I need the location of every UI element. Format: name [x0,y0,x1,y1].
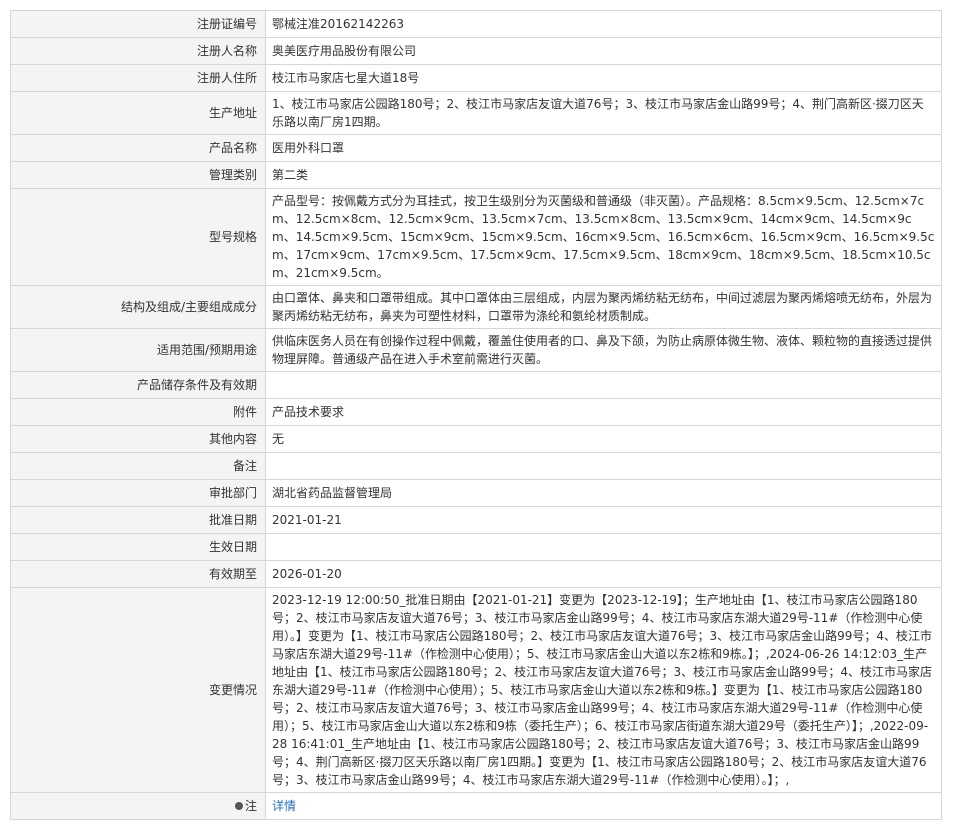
pin-icon [234,802,243,810]
label-management-category: 管理类别 [10,161,266,189]
row-remarks: 备注 [10,452,942,480]
label-production-address: 生产地址 [10,91,266,135]
value-structure-composition: 由口罩体、鼻夹和口罩带组成。其中口罩体由三层组成，内层为聚丙烯纺粘无纺布，中间过… [265,285,942,329]
registration-info-table: 注册证编号 鄂械注准20162142263 注册人名称 奥美医疗用品股份有限公司… [10,10,942,820]
label-intended-use: 适用范围/预期用途 [10,328,266,372]
value-registration-number: 鄂械注准20162142263 [265,10,942,38]
label-registrant-name: 注册人名称 [10,37,266,65]
value-management-category: 第二类 [265,161,942,189]
row-effective-date: 生效日期 [10,533,942,561]
label-effective-date: 生效日期 [10,533,266,561]
row-structure-composition: 结构及组成/主要组成成分 由口罩体、鼻夹和口罩带组成。其中口罩体由三层组成，内层… [10,285,942,329]
label-expiry-date: 有效期至 [10,560,266,588]
label-registration-number: 注册证编号 [10,10,266,38]
row-registrant-name: 注册人名称 奥美医疗用品股份有限公司 [10,37,942,65]
row-registrant-address: 注册人住所 枝江市马家店七星大道18号 [10,64,942,92]
row-model-spec: 型号规格 产品型号：按佩戴方式分为耳挂式，按卫生级别分为灭菌级和普通级（非灭菌）… [10,188,942,286]
value-attachment: 产品技术要求 [265,398,942,426]
label-product-name: 产品名称 [10,134,266,162]
row-expiry-date: 有效期至 2026-01-20 [10,560,942,588]
label-attachment: 附件 [10,398,266,426]
row-note: 注 详情 [10,792,942,820]
value-effective-date [265,533,942,561]
value-remarks [265,452,942,480]
value-change-history: 2023-12-19 12:00:50_批准日期由【2021-01-21】变更为… [265,587,942,793]
value-model-spec: 产品型号：按佩戴方式分为耳挂式，按卫生级别分为灭菌级和普通级（非灭菌）。产品规格… [265,188,942,286]
value-production-address: 1、枝江市马家店公园路180号；2、枝江市马家店友谊大道76号；3、枝江市马家店… [265,91,942,135]
registration-info-panel: 注册证编号 鄂械注准20162142263 注册人名称 奥美医疗用品股份有限公司… [10,10,942,820]
row-production-address: 生产地址 1、枝江市马家店公园路180号；2、枝江市马家店友谊大道76号；3、枝… [10,91,942,135]
row-attachment: 附件 产品技术要求 [10,398,942,426]
label-remarks: 备注 [10,452,266,480]
row-approval-date: 批准日期 2021-01-21 [10,506,942,534]
row-change-history: 变更情况 2023-12-19 12:00:50_批准日期由【2021-01-2… [10,587,942,793]
note-label: 注 [244,799,257,813]
row-intended-use: 适用范围/预期用途 供临床医务人员在有创操作过程中佩戴，覆盖住使用者的口、鼻及下… [10,328,942,372]
label-approval-department: 审批部门 [10,479,266,507]
value-approval-department: 湖北省药品监督管理局 [265,479,942,507]
label-storage-validity: 产品储存条件及有效期 [10,371,266,399]
value-registrant-address: 枝江市马家店七星大道18号 [265,64,942,92]
label-model-spec: 型号规格 [10,188,266,286]
label-approval-date: 批准日期 [10,506,266,534]
value-other-content: 无 [265,425,942,453]
row-other-content: 其他内容 无 [10,425,942,453]
row-registration-number: 注册证编号 鄂械注准20162142263 [10,10,942,38]
label-note: 注 [10,792,266,820]
detail-link[interactable]: 详情 [272,799,296,813]
value-expiry-date: 2026-01-20 [265,560,942,588]
value-approval-date: 2021-01-21 [265,506,942,534]
row-management-category: 管理类别 第二类 [10,161,942,189]
label-structure-composition: 结构及组成/主要组成成分 [10,285,266,329]
row-storage-validity: 产品储存条件及有效期 [10,371,942,399]
value-note: 详情 [265,792,942,820]
row-product-name: 产品名称 医用外科口罩 [10,134,942,162]
value-registrant-name: 奥美医疗用品股份有限公司 [265,37,942,65]
value-storage-validity [265,371,942,399]
value-intended-use: 供临床医务人员在有创操作过程中佩戴，覆盖住使用者的口、鼻及下颌，为防止病原体微生… [265,328,942,372]
label-change-history: 变更情况 [10,587,266,793]
label-registrant-address: 注册人住所 [10,64,266,92]
row-approval-department: 审批部门 湖北省药品监督管理局 [10,479,942,507]
value-product-name: 医用外科口罩 [265,134,942,162]
label-other-content: 其他内容 [10,425,266,453]
